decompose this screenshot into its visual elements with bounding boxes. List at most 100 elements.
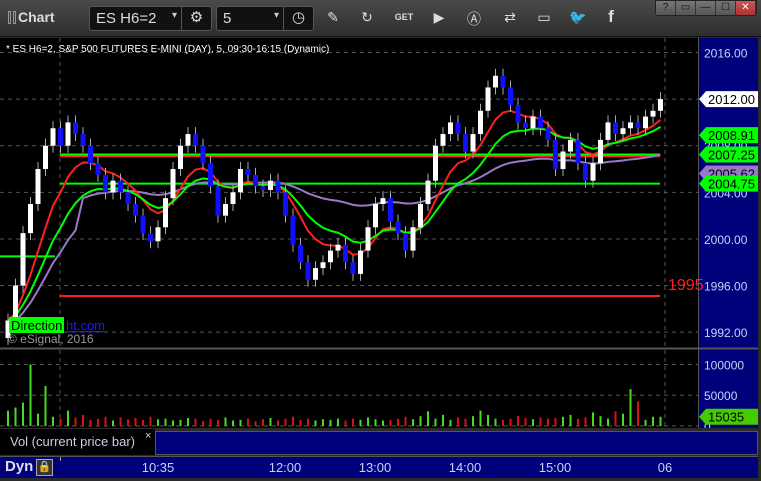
interval-combo[interactable]: 5 ▾ ◷ bbox=[216, 6, 314, 31]
dynamic-mode[interactable]: Dyn bbox=[5, 458, 33, 475]
time-label: 12:00 bbox=[268, 460, 302, 475]
candle bbox=[643, 116, 648, 129]
chart-header: * ES H6=2, S&P 500 FUTURES E-MINI (DAY),… bbox=[6, 44, 329, 55]
copyright: © eSignal, 2016 bbox=[8, 332, 94, 346]
price-chart[interactable]: 2016.002012.002008.002004.002000.001996.… bbox=[0, 38, 761, 428]
play-icon[interactable]: ▶ bbox=[428, 9, 450, 26]
candle bbox=[43, 145, 48, 170]
candle bbox=[320, 262, 326, 269]
candle bbox=[403, 233, 408, 251]
candle bbox=[328, 250, 333, 263]
candle bbox=[28, 203, 33, 234]
candle bbox=[260, 186, 266, 190]
chevron-down-icon: ▾ bbox=[273, 10, 279, 21]
candle bbox=[583, 163, 588, 181]
link-icon[interactable]: ⇄ bbox=[499, 9, 521, 26]
candle bbox=[508, 87, 513, 105]
candle bbox=[463, 134, 468, 152]
candle bbox=[110, 180, 116, 193]
candle bbox=[568, 139, 573, 152]
toolbar: Chart ES H6=2 ▾ ⚙ 5 ▾ ◷ ✎ ↻ GET ▶ Ⓐ ⇄ ▭ 🐦 f … bbox=[0, 0, 761, 37]
candle bbox=[493, 75, 498, 88]
candle bbox=[635, 122, 641, 129]
alert-icon[interactable]: Ⓐ bbox=[463, 9, 485, 29]
candle bbox=[455, 122, 461, 135]
clock-icon[interactable]: ◷ bbox=[283, 7, 313, 30]
pencil-icon[interactable]: ✎ bbox=[322, 9, 344, 26]
candle bbox=[560, 151, 566, 170]
candle bbox=[650, 110, 656, 117]
candle bbox=[470, 134, 476, 152]
close-button[interactable]: ✕ bbox=[736, 1, 756, 15]
candle bbox=[410, 227, 416, 251]
candle bbox=[80, 134, 86, 146]
candle bbox=[125, 192, 131, 204]
website-link[interactable]: ht.com bbox=[66, 318, 105, 333]
last-price-tag: 2012.00 bbox=[708, 92, 755, 107]
candle bbox=[530, 116, 536, 129]
candle bbox=[215, 186, 221, 216]
candle bbox=[58, 128, 63, 146]
candle bbox=[553, 139, 558, 170]
candle bbox=[313, 268, 318, 280]
chevron-down-icon: ▾ bbox=[171, 10, 177, 21]
volume-label-bar bbox=[155, 431, 758, 455]
candle bbox=[373, 203, 378, 228]
candle bbox=[515, 104, 521, 123]
candle bbox=[343, 244, 348, 263]
candle bbox=[575, 139, 581, 164]
candle bbox=[238, 169, 243, 193]
maximize-button[interactable]: ☐ bbox=[716, 1, 736, 15]
candle bbox=[380, 198, 386, 204]
lock-icon[interactable]: 🔒 bbox=[36, 459, 53, 476]
settings-icon[interactable]: ⚙ bbox=[181, 7, 211, 30]
interval-value: 5 bbox=[223, 10, 232, 27]
volume-last-tag: 15035 bbox=[708, 410, 744, 425]
time-label: 10:35 bbox=[141, 460, 175, 475]
candle bbox=[118, 180, 123, 193]
time-axis[interactable]: Dyn 🔒 10:35 12:00 13:00 14:00 15:00 06 bbox=[0, 456, 758, 478]
candle bbox=[305, 262, 311, 280]
price-tick: 2000.00 bbox=[704, 233, 748, 247]
twitter-icon[interactable]: 🐦 bbox=[567, 9, 589, 26]
candle bbox=[613, 122, 618, 135]
time-label: 15:00 bbox=[538, 460, 572, 475]
direction-label: Direction bbox=[11, 318, 62, 333]
candle bbox=[425, 180, 431, 204]
candle bbox=[253, 174, 258, 187]
candle bbox=[500, 75, 506, 88]
window-title: Chart bbox=[8, 9, 55, 25]
indicator-value-tag: 2007.25 bbox=[708, 147, 755, 162]
price-tick: 1992.00 bbox=[704, 326, 748, 340]
layout-button[interactable]: ▭ bbox=[676, 1, 696, 15]
refresh-icon[interactable]: ↻ bbox=[356, 9, 378, 26]
symbol-combo[interactable]: ES H6=2 ▾ ⚙ bbox=[89, 6, 212, 31]
candle bbox=[35, 169, 41, 204]
candle bbox=[523, 122, 528, 129]
candle bbox=[200, 145, 206, 164]
candle bbox=[275, 180, 281, 193]
volume-study-label: Vol (current price bar) × bbox=[0, 429, 155, 455]
get-icon[interactable]: GET bbox=[393, 12, 415, 22]
candle bbox=[448, 122, 453, 135]
close-study-icon[interactable]: × bbox=[145, 430, 151, 442]
help-button[interactable]: ? bbox=[656, 1, 676, 15]
candle bbox=[103, 174, 108, 193]
candle bbox=[335, 244, 341, 251]
time-label: 06 bbox=[657, 460, 673, 475]
candle bbox=[545, 128, 551, 140]
price-tick: 2016.00 bbox=[704, 46, 748, 60]
candle bbox=[350, 262, 356, 274]
minimize-button[interactable]: — bbox=[696, 1, 716, 15]
title-text: Chart bbox=[18, 9, 55, 25]
candle bbox=[290, 215, 296, 245]
candle bbox=[170, 169, 176, 199]
candle bbox=[598, 139, 603, 164]
facebook-icon[interactable]: f bbox=[600, 7, 622, 27]
candle bbox=[358, 250, 363, 274]
candle bbox=[133, 203, 138, 216]
candle bbox=[485, 87, 491, 111]
time-label: 14:00 bbox=[448, 460, 482, 475]
candle bbox=[658, 99, 663, 111]
comment-icon[interactable]: ▭ bbox=[533, 9, 555, 26]
